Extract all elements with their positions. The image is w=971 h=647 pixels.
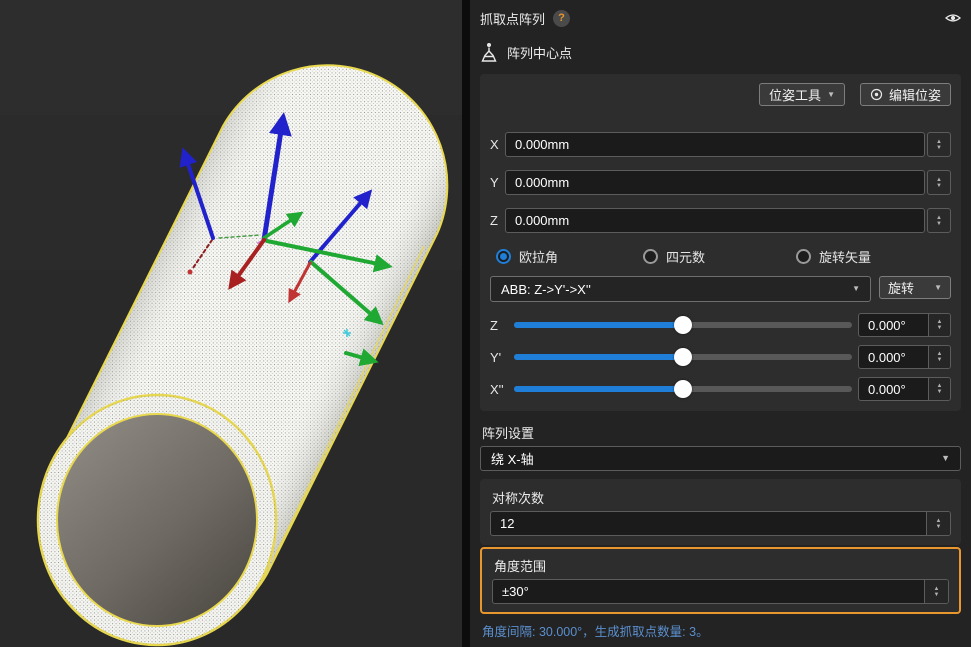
- pose-tools-button[interactable]: 位姿工具 ▼: [759, 83, 845, 106]
- symmetry-count-input[interactable]: 12 ▲▼: [490, 511, 951, 536]
- rotation-type-radios: 欧拉角 四元数 旋转矢量: [496, 248, 951, 264]
- help-icon[interactable]: ?: [553, 10, 570, 27]
- symmetry-count-spinner[interactable]: ▲▼: [926, 512, 950, 535]
- coord-y-label: Y: [490, 175, 505, 190]
- slider-x-valuebox[interactable]: 0.000° ▲▼: [858, 377, 951, 401]
- slider-y-value: 0.000°: [859, 346, 928, 368]
- chevron-down-icon: ▼: [934, 284, 942, 292]
- array-center-point-row: 阵列中心点: [480, 41, 961, 63]
- angle-range-label: 角度范围: [494, 556, 947, 573]
- radio-euler-label: 欧拉角: [519, 247, 558, 266]
- angle-interval-hint: 角度间隔: 30.000°，生成抓取点数量: 3。: [482, 621, 959, 638]
- rotate-label: 旋转: [888, 278, 914, 297]
- radio-quaternion[interactable]: 四元数: [643, 247, 796, 266]
- radio-rotation-vector-label: 旋转矢量: [819, 247, 871, 266]
- edit-pose-button[interactable]: 编辑位姿: [860, 83, 951, 106]
- coord-z-label: Z: [490, 213, 505, 228]
- slider-x-value: 0.000°: [859, 378, 928, 400]
- viewport-panel-splitter[interactable]: [462, 0, 470, 647]
- slider-z-value: 0.000°: [859, 314, 928, 336]
- radio-rotation-vector[interactable]: 旋转矢量: [796, 247, 871, 266]
- slider-y-spinner[interactable]: ▲▼: [928, 346, 950, 368]
- radio-circle: [643, 249, 658, 264]
- visibility-eye-icon[interactable]: [945, 12, 961, 24]
- slider-row-y: Y' 0.000° ▲▼: [490, 346, 951, 368]
- slider-y[interactable]: [514, 348, 852, 366]
- radio-euler-angles[interactable]: 欧拉角: [496, 247, 643, 266]
- coord-x-input[interactable]: 0.000mm: [505, 132, 925, 157]
- coord-x-value: 0.000mm: [515, 137, 569, 152]
- slider-z-valuebox[interactable]: 0.000° ▲▼: [858, 313, 951, 337]
- symmetry-count-value: 12: [491, 512, 926, 535]
- coord-row-x: X 0.000mm ▲▼: [490, 132, 951, 157]
- symmetry-groupbox: 对称次数 12 ▲▼: [480, 479, 961, 545]
- angle-range-input[interactable]: ±30° ▲▼: [492, 579, 949, 604]
- slider-y-label: Y': [490, 350, 514, 365]
- slider-handle[interactable]: [674, 316, 692, 334]
- angle-range-value: ±30°: [493, 580, 924, 603]
- pose-groupbox: 位姿工具 ▼ 编辑位姿 X 0.000mm ▲▼ Y 0.000mm: [480, 74, 961, 411]
- angle-range-groupbox-highlighted: 角度范围 ±30° ▲▼: [480, 547, 961, 614]
- coord-y-spinner[interactable]: ▲▼: [927, 170, 951, 195]
- slider-handle[interactable]: [674, 380, 692, 398]
- slider-x-spinner[interactable]: ▲▼: [928, 378, 950, 400]
- array-settings-label: 阵列设置: [482, 423, 959, 439]
- chevron-down-icon: ▼: [827, 91, 835, 99]
- slider-z-spinner[interactable]: ▲▼: [928, 314, 950, 336]
- euler-convention-dropdown[interactable]: ABB: Z->Y'->X'' ▼: [490, 276, 871, 302]
- slider-z-label: Z: [490, 318, 514, 333]
- angle-range-spinner[interactable]: ▲▼: [924, 580, 948, 603]
- coord-row-z: Z 0.000mm ▲▼: [490, 208, 951, 233]
- slider-x-label: X'': [490, 382, 514, 397]
- grasp-point-icon: [480, 42, 498, 63]
- chevron-down-icon: ▼: [852, 285, 860, 293]
- radio-circle: [496, 249, 511, 264]
- panel-header: 抓取点阵列 ?: [480, 8, 961, 28]
- pose-tools-label: 位姿工具: [769, 85, 821, 104]
- slider-z[interactable]: [514, 316, 852, 334]
- coord-y-value: 0.000mm: [515, 175, 569, 190]
- array-center-point-label: 阵列中心点: [507, 43, 572, 62]
- rotate-button[interactable]: 旋转 ▼: [879, 276, 951, 299]
- edit-pose-label: 编辑位姿: [889, 85, 941, 104]
- coord-z-value: 0.000mm: [515, 213, 569, 228]
- euler-convention-value: ABB: Z->Y'->X'': [501, 282, 591, 297]
- coord-x-spinner[interactable]: ▲▼: [927, 132, 951, 157]
- panel-title: 抓取点阵列: [480, 9, 545, 28]
- point-cloud-cylinder: [0, 0, 462, 647]
- rotation-axis-value: 绕 X-轴: [491, 449, 534, 468]
- slider-row-x: X'' 0.000° ▲▼: [490, 378, 951, 400]
- symmetry-count-label: 对称次数: [492, 488, 949, 505]
- grasp-array-panel: 抓取点阵列 ? 阵列中心点 位姿工具 ▼: [470, 0, 971, 647]
- coord-row-y: Y 0.000mm ▲▼: [490, 170, 951, 195]
- 3d-viewport[interactable]: [0, 0, 462, 647]
- coord-z-input[interactable]: 0.000mm: [505, 208, 925, 233]
- coord-z-spinner[interactable]: ▲▼: [927, 208, 951, 233]
- slider-y-valuebox[interactable]: 0.000° ▲▼: [858, 345, 951, 369]
- slider-handle[interactable]: [674, 348, 692, 366]
- rotation-axis-dropdown[interactable]: 绕 X-轴 ▼: [480, 446, 961, 471]
- target-icon: [870, 88, 883, 101]
- coord-y-input[interactable]: 0.000mm: [505, 170, 925, 195]
- slider-x[interactable]: [514, 380, 852, 398]
- chevron-down-icon: ▼: [941, 454, 950, 463]
- coord-x-label: X: [490, 137, 505, 152]
- slider-row-z: Z 0.000° ▲▼: [490, 314, 951, 336]
- radio-quaternion-label: 四元数: [666, 247, 705, 266]
- radio-circle: [796, 249, 811, 264]
- euler-convention-row: ABB: Z->Y'->X'' ▼ 旋转 ▼: [490, 276, 951, 302]
- pose-toolbar: 位姿工具 ▼ 编辑位姿: [490, 83, 951, 106]
- cylinder-opening: [38, 395, 276, 645]
